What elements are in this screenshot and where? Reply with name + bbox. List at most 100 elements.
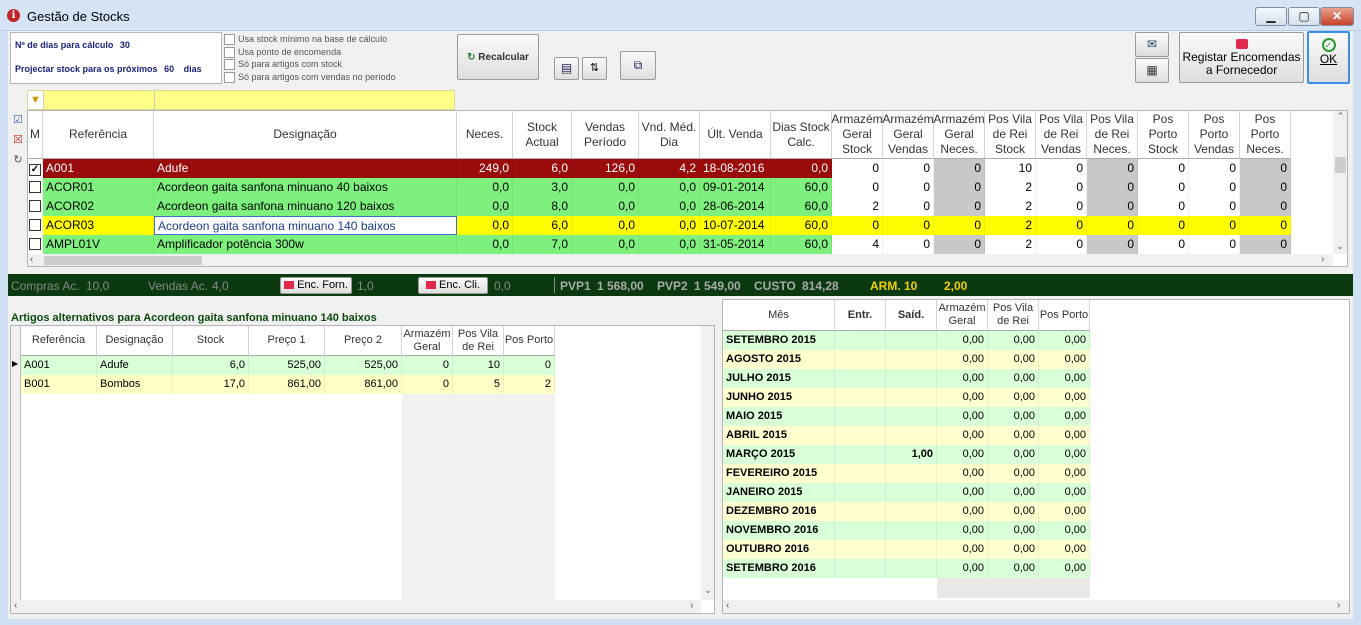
monthly-column-header[interactable]: Mês — [723, 300, 835, 331]
monthly-cell: NOVEMBRO 2016 — [723, 521, 835, 540]
column-header[interactable]: Pos Porto Neces. — [1240, 111, 1291, 159]
column-header[interactable]: Stock Actual — [513, 111, 572, 159]
scroll-down-icon[interactable]: ⌄ — [704, 585, 712, 596]
hscroll-thumb[interactable] — [44, 256, 202, 265]
alt-hscrollbar[interactable]: ‹ › — [11, 600, 701, 613]
minimize-button[interactable]: ▁ — [1255, 7, 1287, 26]
monthly-column-header[interactable]: Saíd. — [886, 300, 937, 331]
option-stock-minimo[interactable]: Usa stock mínimo na base de cálculo — [224, 33, 396, 46]
column-header[interactable]: Armazém Geral Vendas — [882, 111, 934, 159]
row-checkbox[interactable]: ✓ — [29, 164, 41, 176]
column-header[interactable]: Pos Vila de Rei Vendas — [1036, 111, 1087, 159]
monthly-column-header[interactable]: Armazém Geral — [937, 300, 988, 331]
grid-cell: 0 — [1240, 235, 1291, 254]
alt-column-header[interactable]: Armazém Geral — [402, 326, 453, 356]
monthly-header: Mês Entr. Saíd. Armazém Geral Pos Vila de Re… — [723, 300, 1090, 331]
monthly-cell — [886, 350, 937, 369]
alt-column-header[interactable]: Pos Porto — [504, 326, 555, 356]
checkbox[interactable] — [224, 71, 235, 83]
alt-column-header[interactable]: Designação — [97, 326, 173, 356]
scroll-down-icon[interactable]: ⌄ — [1336, 241, 1344, 252]
grid-cell: 0,0 — [572, 235, 639, 254]
checkbox[interactable] — [224, 59, 235, 71]
dias-input[interactable]: 30 — [120, 40, 130, 50]
uncheck-all-icon[interactable]: ☒ — [10, 133, 26, 153]
column-header[interactable]: Pos Vila de Rei Neces. — [1087, 111, 1138, 159]
column-header[interactable]: Vendas Período — [572, 111, 639, 159]
column-header[interactable]: Armazém Geral Neces. — [933, 111, 985, 159]
column-header[interactable]: Últ. Venda — [700, 111, 771, 159]
column-header[interactable]: Armazém Geral Stock — [831, 111, 883, 159]
registar-encomendas-button[interactable]: Registar Encomendas a Fornecedor — [1179, 32, 1304, 83]
checkbox[interactable] — [224, 46, 235, 58]
row-checkbox[interactable] — [29, 200, 41, 212]
option-ponto-encomenda[interactable]: Usa ponto de encomenda — [224, 46, 396, 59]
grid-cell: 60,0 — [771, 235, 832, 254]
close-button[interactable]: ✕ — [1320, 7, 1354, 26]
grid-cell[interactable] — [28, 197, 43, 216]
option-com-vendas[interactable]: Só para artigos com vendas no período — [224, 71, 396, 84]
scroll-right-icon[interactable]: › — [1337, 600, 1340, 611]
grid-cell: 7,0 — [513, 235, 572, 254]
recalcular-button[interactable]: ↻ Recalcular — [457, 34, 539, 80]
monthly-hscrollbar[interactable]: ‹ › — [723, 600, 1349, 613]
scroll-left-icon[interactable]: ‹ — [726, 600, 729, 611]
filter-row[interactable]: ▼ — [27, 90, 455, 110]
copy-icon[interactable]: ⧉ — [620, 51, 656, 80]
enc-forn-button[interactable]: Enc. Forn. — [280, 277, 352, 294]
column-header[interactable]: M — [28, 111, 43, 159]
email-icon[interactable]: ✉ — [1135, 32, 1169, 57]
sort-icon[interactable]: ⇅ — [582, 57, 607, 80]
column-header[interactable]: Designação — [154, 111, 457, 159]
maximize-button[interactable]: ▢ — [1288, 7, 1320, 26]
check-icon: ✓ — [1321, 38, 1336, 52]
monthly-cell: JUNHO 2015 — [723, 388, 835, 407]
alt-column-header[interactable]: Pos Vila de Rei — [453, 326, 504, 356]
check-all-icon[interactable]: ☑ — [10, 113, 26, 133]
alt-column-header[interactable]: Referência — [21, 326, 97, 356]
column-header[interactable]: Pos Porto Vendas — [1189, 111, 1240, 159]
alt-column-header[interactable]: Preço 2 — [325, 326, 402, 356]
monthly-column-header[interactable]: Pos Porto — [1039, 300, 1090, 331]
ok-button[interactable]: ✓ OK — [1307, 31, 1350, 84]
grid-cell[interactable] — [28, 235, 43, 254]
scroll-left-icon[interactable]: ‹ — [30, 254, 33, 265]
option-com-stock[interactable]: Só para artigos com stock — [224, 58, 396, 71]
monthly-cell — [835, 502, 886, 521]
row-checkbox[interactable] — [29, 219, 41, 231]
scroll-up-icon[interactable]: ⌃ — [1333, 111, 1347, 125]
column-header[interactable]: Pos Vila de Rei Stock — [985, 111, 1036, 159]
monthly-column-header[interactable]: Pos Vila de Rei — [988, 300, 1039, 331]
ok-label: OK — [1319, 52, 1338, 66]
projectar-input[interactable]: 60 — [164, 64, 174, 74]
monthly-cell: OUTUBRO 2016 — [723, 540, 835, 559]
scroll-thumb[interactable] — [1335, 157, 1346, 173]
refresh-icon[interactable]: ↻ — [10, 153, 26, 173]
monthly-column-header[interactable]: Entr. — [835, 300, 886, 331]
column-header[interactable]: Dias Stock Calc. — [771, 111, 832, 159]
row-checkbox[interactable] — [29, 238, 41, 250]
filter-icon[interactable]: ▼ — [28, 91, 44, 109]
checkbox[interactable] — [224, 34, 235, 46]
row-checkbox[interactable] — [29, 181, 41, 193]
alt-vscrollbar[interactable]: ⌄ — [701, 326, 714, 600]
scroll-right-icon[interactable]: › — [690, 600, 693, 611]
vertical-scrollbar[interactable]: ⌃ ⌄ — [1333, 111, 1347, 254]
column-header[interactable]: Neces. — [457, 111, 513, 159]
filter-divider — [154, 91, 155, 109]
scroll-right-icon[interactable]: › — [1321, 254, 1324, 265]
horizontal-scrollbar[interactable]: ‹ › — [28, 254, 1333, 266]
enc-cli-button[interactable]: Enc. Cli. — [418, 277, 488, 294]
grid-cell: 0 — [1189, 178, 1240, 197]
alt-column-header[interactable]: Preço 1 — [249, 326, 325, 356]
calculator-icon[interactable]: ▦ — [1135, 58, 1169, 83]
grid-cell[interactable] — [28, 178, 43, 197]
column-header[interactable]: Referência — [43, 111, 154, 159]
scroll-left-icon[interactable]: ‹ — [14, 600, 17, 611]
column-header[interactable]: Pos Porto Stock — [1138, 111, 1189, 159]
alt-column-header[interactable]: Stock — [173, 326, 249, 356]
grid-cell[interactable] — [28, 216, 43, 235]
view-list-icon[interactable]: ▤ — [554, 57, 579, 80]
column-header[interactable]: Vnd. Méd. Dia — [639, 111, 700, 159]
grid-cell[interactable]: ✓ — [28, 159, 43, 178]
